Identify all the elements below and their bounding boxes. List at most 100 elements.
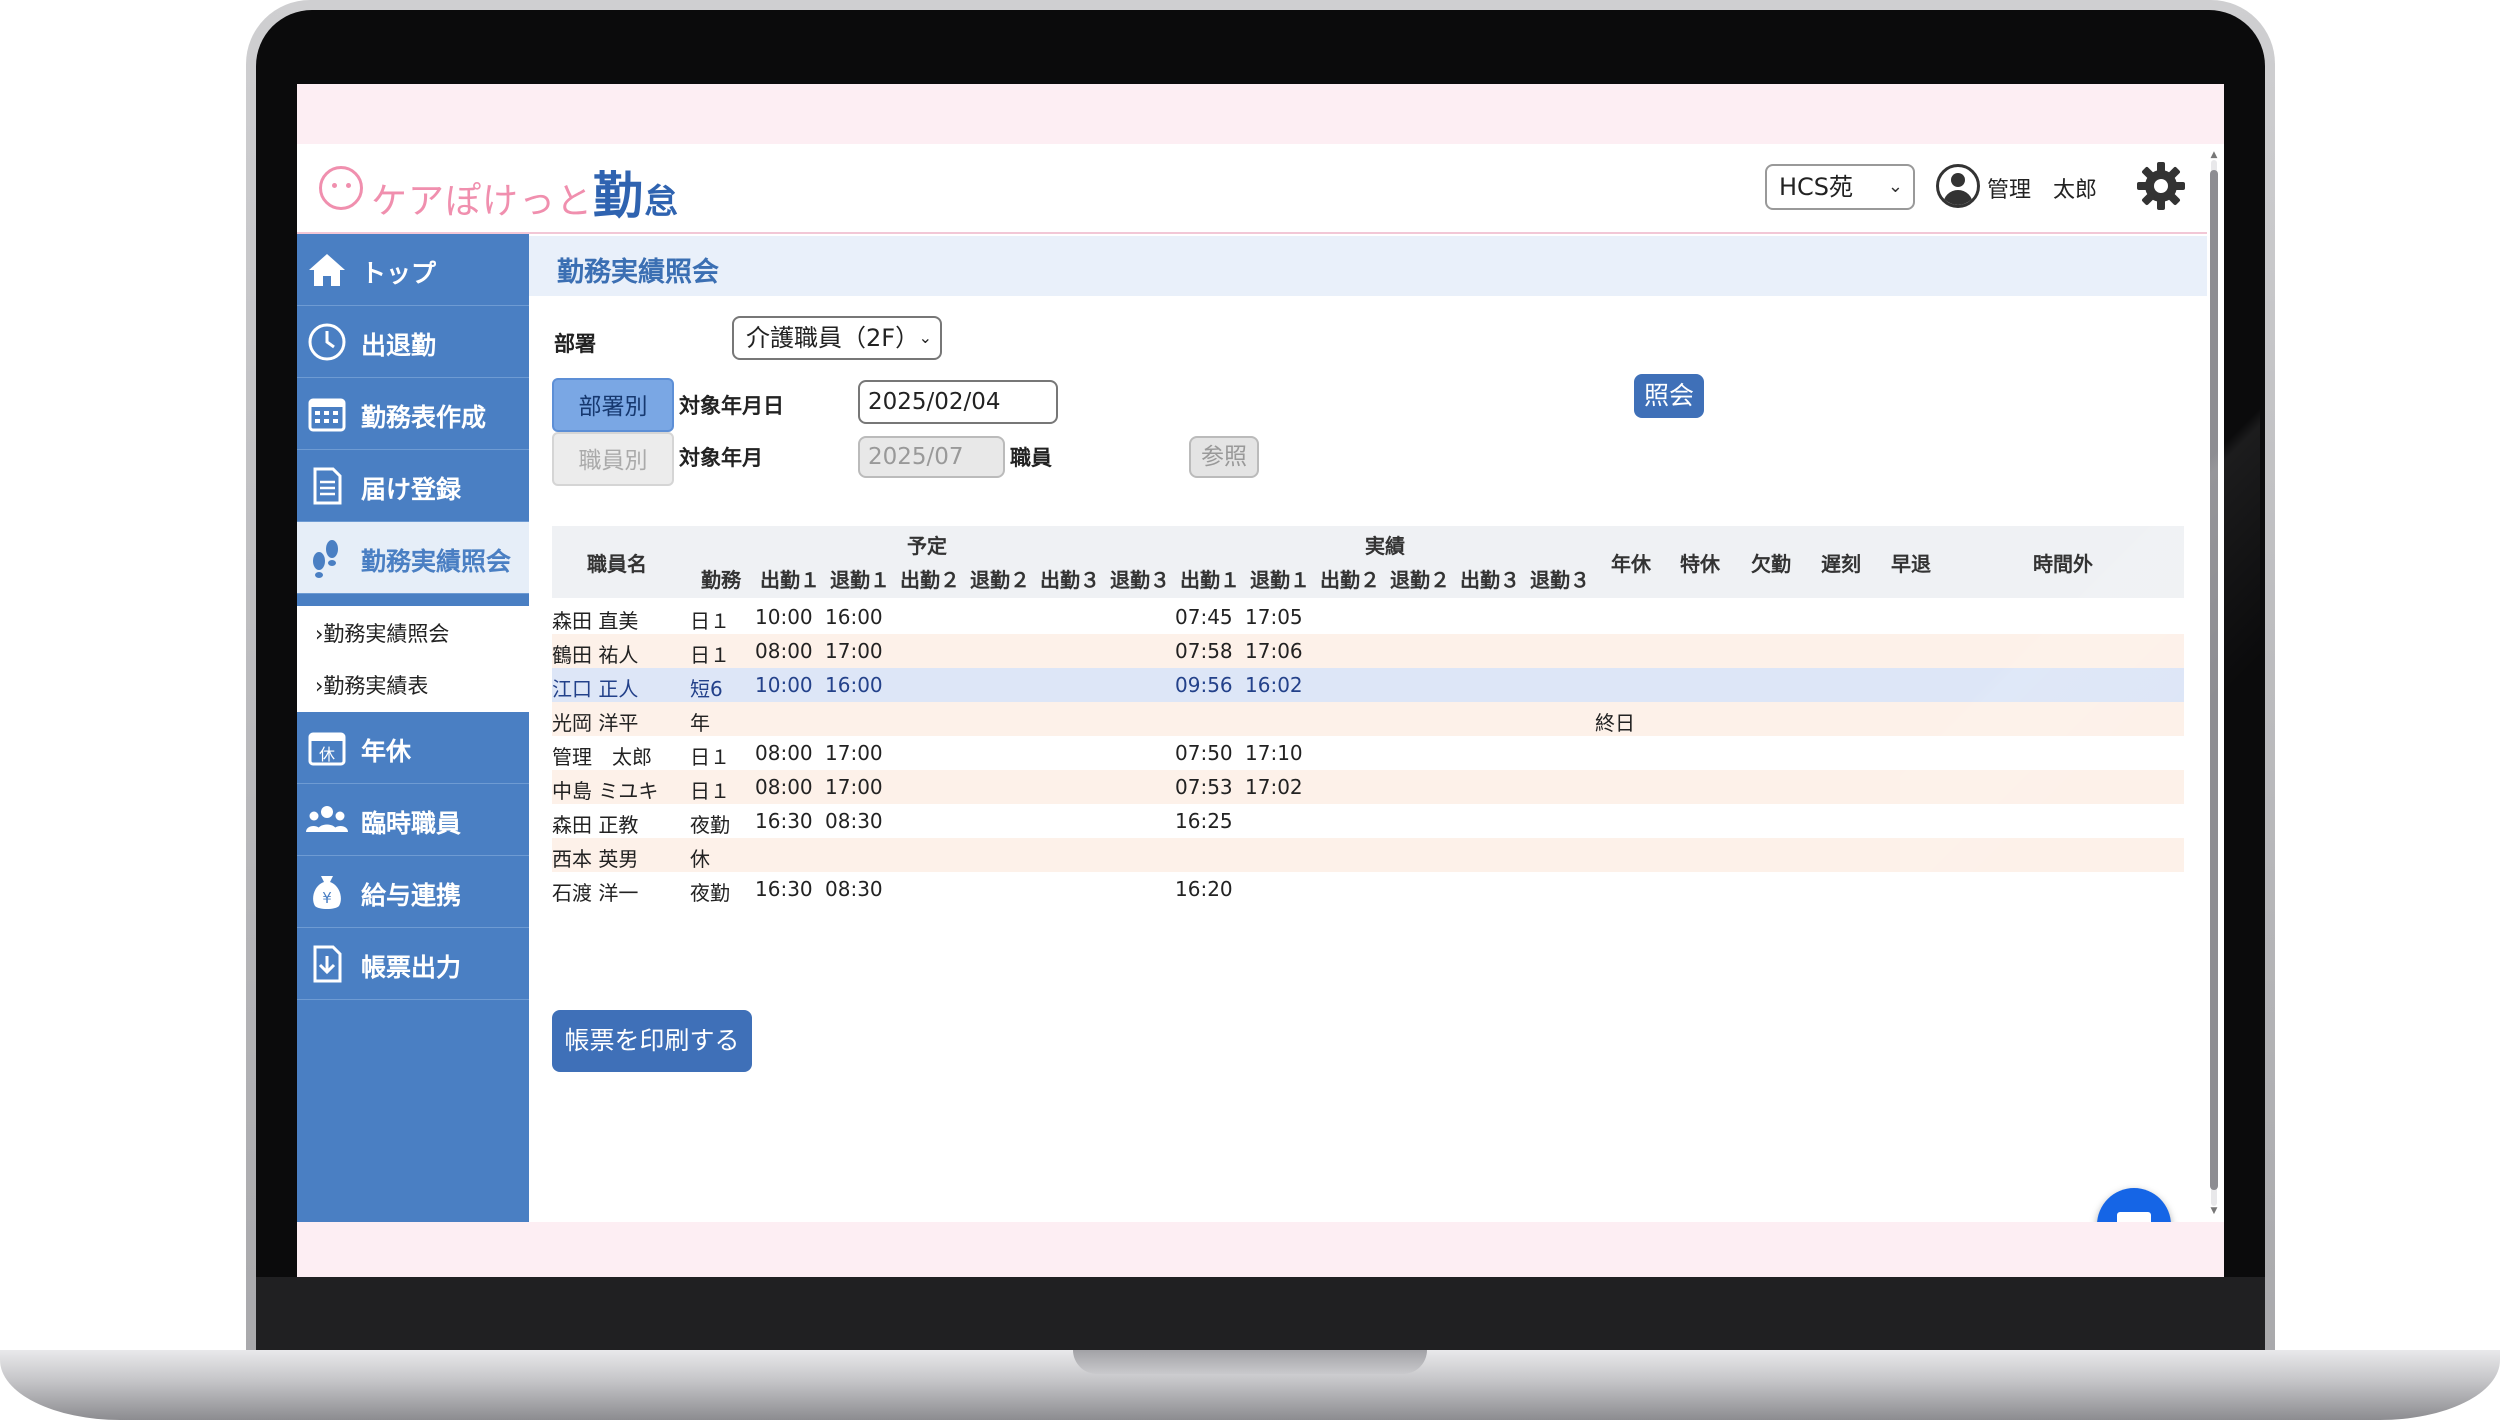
app-logo[interactable]: ケアぽけっと勤怠: [371, 156, 679, 228]
footprints-icon: [313, 540, 338, 578]
col-header-plan-out2: 退勤２: [970, 568, 1030, 592]
cell-actual-out1: 17:05: [1245, 605, 1303, 629]
table-row[interactable]: 管理 太郎 日１ 08:00 17:00 07:50 17:10: [552, 736, 2184, 770]
cell-actual-in1: 07:50: [1175, 741, 1233, 765]
logo-face-icon: [319, 166, 363, 210]
cell-plan-out1: 17:00: [825, 741, 883, 765]
scroll-down-icon[interactable]: ▼: [2209, 1206, 2219, 1216]
sidebar-item-label: 帳票出力: [361, 953, 462, 982]
table-row[interactable]: 中島 ミユキ 日１ 08:00 17:00 07:53 17:02: [552, 770, 2184, 804]
target-date-input[interactable]: 2025/02/04: [858, 380, 1058, 424]
cell-plan-in1: 08:00: [755, 639, 813, 663]
scroll-up-icon[interactable]: ▲: [2209, 150, 2219, 160]
table-row[interactable]: 森田 正教 夜勤 16:30 08:30 16:25: [552, 804, 2184, 838]
cell-actual-out1: 16:02: [1245, 673, 1303, 697]
facility-value: HCS苑: [1779, 173, 1854, 201]
table-row[interactable]: 鶴田 祐人 日１ 08:00 17:00 07:58 17:06: [552, 634, 2184, 668]
cell-plan-in1: 16:30: [755, 877, 813, 901]
col-header-plan-in1: 出勤１: [760, 568, 820, 592]
facility-select[interactable]: HCS苑 ⌄: [1765, 164, 1915, 210]
col-header-annual-leave: 年休: [1611, 552, 1651, 576]
toggle-by-dept[interactable]: 部署別: [552, 378, 674, 432]
app-header: ケアぽけっと勤怠 HCS苑 ⌄ 管理 太郎: [297, 144, 2207, 234]
dept-select[interactable]: 介護職員（2F） ⌄: [732, 316, 942, 360]
cell-shift: 日１: [690, 779, 730, 803]
sidebar-item-top[interactable]: トップ: [297, 234, 529, 306]
laptop-hinge: [256, 1277, 2265, 1352]
table-row-selected[interactable]: 江口 正人 短6 10:00 16:00 09:56 16:02: [552, 668, 2184, 702]
cell-name: 江口 正人: [552, 677, 639, 701]
vertical-scrollbar[interactable]: ▲ ▼: [2209, 150, 2219, 1216]
submenu-item-work-sheet[interactable]: ›勤務実績表: [315, 670, 428, 700]
sidebar-item-label: 届け登録: [361, 475, 462, 504]
calendar-icon: [308, 398, 346, 432]
sidebar-item-attendance[interactable]: 出退勤: [297, 306, 529, 378]
sidebar-item-label: 臨時職員: [361, 809, 462, 838]
cell-actual-in1: 07:53: [1175, 775, 1233, 799]
cell-name: 石渡 洋一: [552, 881, 639, 905]
sidebar-item-label: 給与連携: [361, 881, 462, 910]
logo-kin: 勤: [593, 167, 645, 225]
col-header-actual-out2: 退勤２: [1390, 568, 1450, 592]
sidebar-item-annual-leave[interactable]: 休 年休: [297, 712, 529, 784]
table-row[interactable]: 光岡 洋平 年 終日: [552, 702, 2184, 736]
cell-name: 中島 ミユキ: [552, 779, 659, 803]
target-month-input[interactable]: 2025/07: [858, 436, 1005, 478]
user-name: 管理 太郎: [1987, 178, 2098, 203]
query-button[interactable]: 照会: [1634, 374, 1704, 418]
col-header-late: 遅刻: [1821, 552, 1861, 576]
cell-plan-out1: 17:00: [825, 639, 883, 663]
table-row[interactable]: 石渡 洋一 夜勤 16:30 08:30 16:20: [552, 872, 2184, 906]
user-avatar-icon[interactable]: [1936, 164, 1980, 208]
group-header-plan: 予定: [907, 534, 947, 558]
cell-actual-in1: 09:56: [1175, 673, 1233, 697]
leave-calendar-icon: 休: [308, 732, 346, 766]
toggle-by-staff[interactable]: 職員別: [552, 432, 674, 486]
cell-shift: 日１: [690, 643, 730, 667]
col-header-shift: 勤務: [701, 568, 741, 592]
staff-ref-button[interactable]: 参照: [1189, 436, 1259, 478]
sidebar-item-work-record[interactable]: 勤務実績照会: [297, 522, 529, 594]
table-row[interactable]: 西本 英男 休: [552, 838, 2184, 872]
cell-name: 西本 英男: [552, 847, 639, 871]
staff-label: 職員: [1010, 446, 1052, 470]
sidebar-item-report[interactable]: 帳票出力: [297, 928, 529, 1000]
cell-actual-in1: 07:58: [1175, 639, 1233, 663]
cell-plan-in1: 16:30: [755, 809, 813, 833]
cell-plan-out1: 16:00: [825, 605, 883, 629]
sidebar-item-label: 勤務表作成: [361, 403, 487, 432]
cell-shift: 夜勤: [690, 881, 730, 905]
print-report-button[interactable]: 帳票を印刷する: [552, 1010, 752, 1072]
svg-text:¥: ¥: [322, 889, 332, 907]
col-header-special-leave: 特休: [1680, 552, 1720, 576]
gear-icon[interactable]: [2133, 158, 2189, 214]
cell-plan-in1: 10:00: [755, 673, 813, 697]
col-header-actual-in2: 出勤２: [1320, 568, 1380, 592]
clock-icon: [308, 323, 346, 361]
cell-name: 森田 直美: [552, 609, 639, 633]
document-icon: [313, 467, 342, 505]
target-month-label: 対象年月: [679, 446, 763, 470]
col-header-actual-in3: 出勤３: [1460, 568, 1520, 592]
sidebar-item-schedule[interactable]: 勤務表作成: [297, 378, 529, 450]
table-row[interactable]: 森田 直美 日１ 10:00 16:00 07:45 17:05: [552, 600, 2184, 634]
cell-name: 森田 正教: [552, 813, 639, 837]
sidebar-item-notice[interactable]: 届け登録: [297, 450, 529, 522]
cell-name: 鶴田 祐人: [552, 643, 639, 667]
sidebar-item-payroll[interactable]: ¥ 給与連携: [297, 856, 529, 928]
svg-text:休: 休: [319, 745, 335, 764]
cell-shift: 日１: [690, 609, 730, 633]
target-date-label: 対象年月日: [679, 394, 784, 418]
scroll-thumb[interactable]: [2210, 170, 2218, 1190]
cell-plan-out1: 08:30: [825, 877, 883, 901]
sidebar-item-label: トップ: [361, 259, 437, 288]
cell-plan-in1: 08:00: [755, 741, 813, 765]
sidebar-item-temp-staff[interactable]: 臨時職員: [297, 784, 529, 856]
group-header-actual: 実績: [1365, 534, 1405, 558]
submenu-item-work-record[interactable]: ›勤務実績照会: [315, 618, 449, 648]
logo-main: ケアぽけっと: [371, 181, 594, 222]
col-header-overtime: 時間外: [2033, 552, 2093, 576]
cell-plan-in1: 08:00: [755, 775, 813, 799]
people-icon: [306, 806, 348, 832]
sidebar-item-label: 出退勤: [361, 331, 437, 360]
